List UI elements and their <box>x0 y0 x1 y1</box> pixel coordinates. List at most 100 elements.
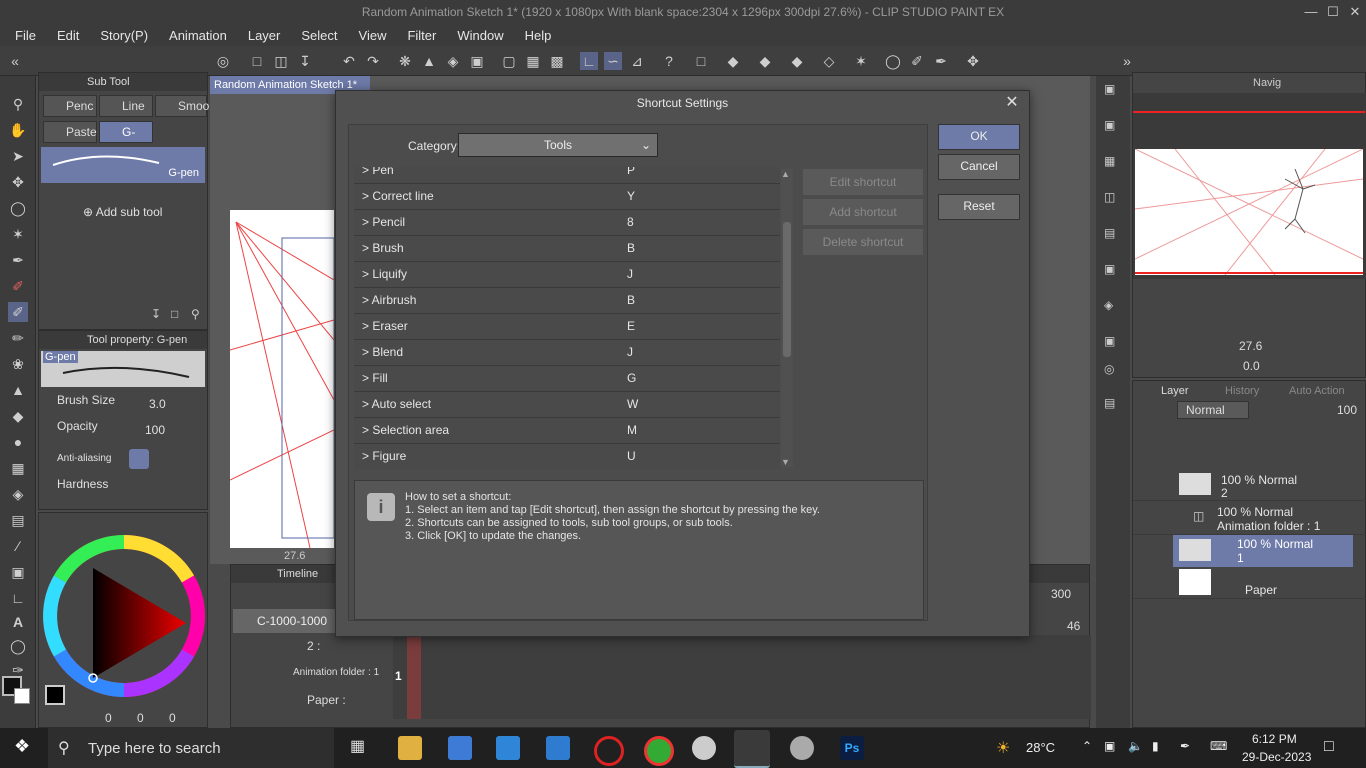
operation-tool-icon[interactable]: ➤ <box>8 146 28 166</box>
navigator-rotation-value[interactable]: 0.0 <box>1243 359 1260 373</box>
panel-icon-3[interactable]: ▦ <box>1104 154 1115 168</box>
panel-icon-5[interactable]: ▤ <box>1104 226 1115 240</box>
ok-button[interactable]: OK <box>938 124 1020 150</box>
navigator-zoom-value[interactable]: 27.6 <box>1239 339 1262 353</box>
close-window-icon[interactable]: ✕ <box>1344 0 1366 24</box>
text-tool-icon[interactable]: A <box>8 612 28 632</box>
selection-icon[interactable]: □ <box>692 52 710 70</box>
close-icon[interactable]: ✕ <box>1003 93 1021 113</box>
taskbar-search[interactable]: ⚲ Type here to search <box>48 728 334 768</box>
grid-tool-icon[interactable]: ▦ <box>8 458 28 478</box>
clock-time[interactable]: 6:12 PM <box>1252 732 1297 746</box>
timeline-row-paper[interactable]: Paper : <box>307 693 346 707</box>
list-item[interactable]: > Brush B <box>354 235 780 262</box>
list-item[interactable]: > Fill G <box>354 365 780 392</box>
menu-view[interactable]: View <box>359 28 387 43</box>
move-tool-icon[interactable]: ✥ <box>8 172 28 192</box>
temperature[interactable]: 28°C <box>1026 740 1055 755</box>
sub-tool-tab-smooth[interactable]: Smoo <box>155 95 209 117</box>
line-tool-icon[interactable]: ∕ <box>8 536 28 556</box>
scroll-down-icon[interactable]: ▼ <box>781 457 790 467</box>
reset-button[interactable]: Reset <box>938 194 1020 220</box>
cancel-button[interactable]: Cancel <box>938 154 1020 180</box>
eraser-icon[interactable]: ◆ <box>724 52 742 70</box>
category-select[interactable]: Tools ⌄ <box>458 133 658 157</box>
sub-tool-tab-gpen[interactable]: G-pen <box>99 121 153 159</box>
calculator-icon[interactable] <box>448 736 472 760</box>
gpen-tool-icon[interactable]: ✐ <box>8 302 28 322</box>
clip-studio-icon[interactable] <box>734 730 770 768</box>
keyboard-icon[interactable]: ⌨ <box>1210 739 1227 753</box>
add-sub-tool-button[interactable]: ⊕ Add sub tool <box>83 205 162 219</box>
pen-menu-icon[interactable]: ✒ <box>1180 739 1190 753</box>
import-icon[interactable]: ↧ <box>151 307 161 321</box>
mail-icon[interactable] <box>546 736 570 760</box>
double-chevron-right-icon[interactable]: » <box>1118 52 1136 70</box>
canvas-paper[interactable] <box>229 210 335 549</box>
list-scrollbar-thumb[interactable] <box>783 222 791 357</box>
delete-shortcut-button[interactable]: Delete shortcut <box>803 229 923 255</box>
gpen-preview[interactable]: G-pen <box>41 147 205 183</box>
chrome-icon[interactable] <box>644 736 674 766</box>
deselect-icon[interactable]: ▦ <box>524 52 542 70</box>
eraser-tool-icon[interactable]: ◆ <box>8 406 28 426</box>
menu-animation[interactable]: Animation <box>169 28 227 43</box>
panel-icon-10[interactable]: ▤ <box>1104 396 1115 410</box>
layer-row-paper[interactable]: Paper <box>1133 567 1366 599</box>
list-item[interactable]: > Selection area M <box>354 417 780 444</box>
layer-row-2[interactable]: 100 % Normal 2 <box>1133 469 1366 501</box>
timeline-cell[interactable]: 1 <box>395 669 402 683</box>
aa-option-selected[interactable] <box>129 449 149 469</box>
history-tab[interactable]: History <box>1225 385 1259 397</box>
list-item[interactable]: > Blend J <box>354 339 780 366</box>
panel-icon-8[interactable]: ▣ <box>1104 334 1115 348</box>
store-icon[interactable] <box>496 736 520 760</box>
brush-tool-icon[interactable]: ❀ <box>8 354 28 374</box>
panel-icon-1[interactable]: ▣ <box>1104 82 1115 96</box>
transform-icon[interactable]: ▣ <box>468 52 486 70</box>
menu-edit[interactable]: Edit <box>57 28 79 43</box>
trash-icon[interactable]: ⚲ <box>191 307 200 321</box>
layer-row-1[interactable]: 100 % Normal 1 <box>1173 535 1353 567</box>
pen-tool-icon[interactable]: ✐ <box>8 276 28 296</box>
menu-filter[interactable]: Filter <box>407 28 436 43</box>
playhead[interactable] <box>407 635 421 719</box>
panel-icon-4[interactable]: ◫ <box>1104 190 1115 204</box>
maximize-icon[interactable]: ☐ <box>1322 0 1344 24</box>
ruler-snap-icon[interactable]: ∟ <box>580 52 598 70</box>
open-file-icon[interactable]: ◫ <box>272 52 290 70</box>
shortcut-list[interactable]: > Pen P > Correct line Y > Pencil 8 > Brush… <box>354 167 780 469</box>
navigator-tab[interactable]: Navig <box>1253 77 1281 89</box>
navigator-thumbnail[interactable] <box>1134 148 1364 276</box>
new-file-icon[interactable]: □ <box>248 52 266 70</box>
eraser-4-icon[interactable]: ◇ <box>820 52 838 70</box>
hand-tool-icon[interactable]: ✋ <box>8 120 28 140</box>
balloon-tool-icon[interactable]: ◯ <box>8 636 28 656</box>
fill-tool-icon[interactable]: ◈ <box>8 484 28 504</box>
gradient-tool-icon[interactable]: ▤ <box>8 510 28 530</box>
opera-icon[interactable] <box>594 736 624 766</box>
opacity-value[interactable]: 100 <box>145 423 165 437</box>
list-item[interactable]: > Liquify J <box>354 261 780 288</box>
loading-icon[interactable]: ❋ <box>396 52 414 70</box>
auto-action-tab[interactable]: Auto Action <box>1289 385 1345 397</box>
battery-icon[interactable]: ▮ <box>1152 739 1159 753</box>
menu-story[interactable]: Story(P) <box>100 28 148 43</box>
crop-icon[interactable]: ▢ <box>500 52 518 70</box>
task-view-icon[interactable]: ▦ <box>350 736 374 760</box>
undo-icon[interactable]: ↶ <box>340 52 358 70</box>
help-icon[interactable]: ? <box>660 52 678 70</box>
layer-tab[interactable]: Layer <box>1161 385 1189 397</box>
clock-date[interactable]: 29-Dec-2023 <box>1242 750 1311 764</box>
chevron-up-icon[interactable]: ⌃ <box>1082 739 1092 753</box>
timeline-grid[interactable] <box>393 635 1091 719</box>
grid-snap-icon[interactable]: ⊿ <box>628 52 646 70</box>
notification-icon[interactable]: □ <box>1324 738 1334 756</box>
sub-tool-tab-line[interactable]: Line <box>99 95 153 117</box>
list-item[interactable]: > Pen P <box>354 167 780 184</box>
list-item[interactable]: > Figure U <box>354 443 780 469</box>
menu-select[interactable]: Select <box>301 28 337 43</box>
invert-icon[interactable]: ▩ <box>548 52 566 70</box>
layer-opacity-value[interactable]: 100 <box>1337 403 1357 417</box>
photoshop-icon[interactable]: Ps <box>840 736 864 760</box>
